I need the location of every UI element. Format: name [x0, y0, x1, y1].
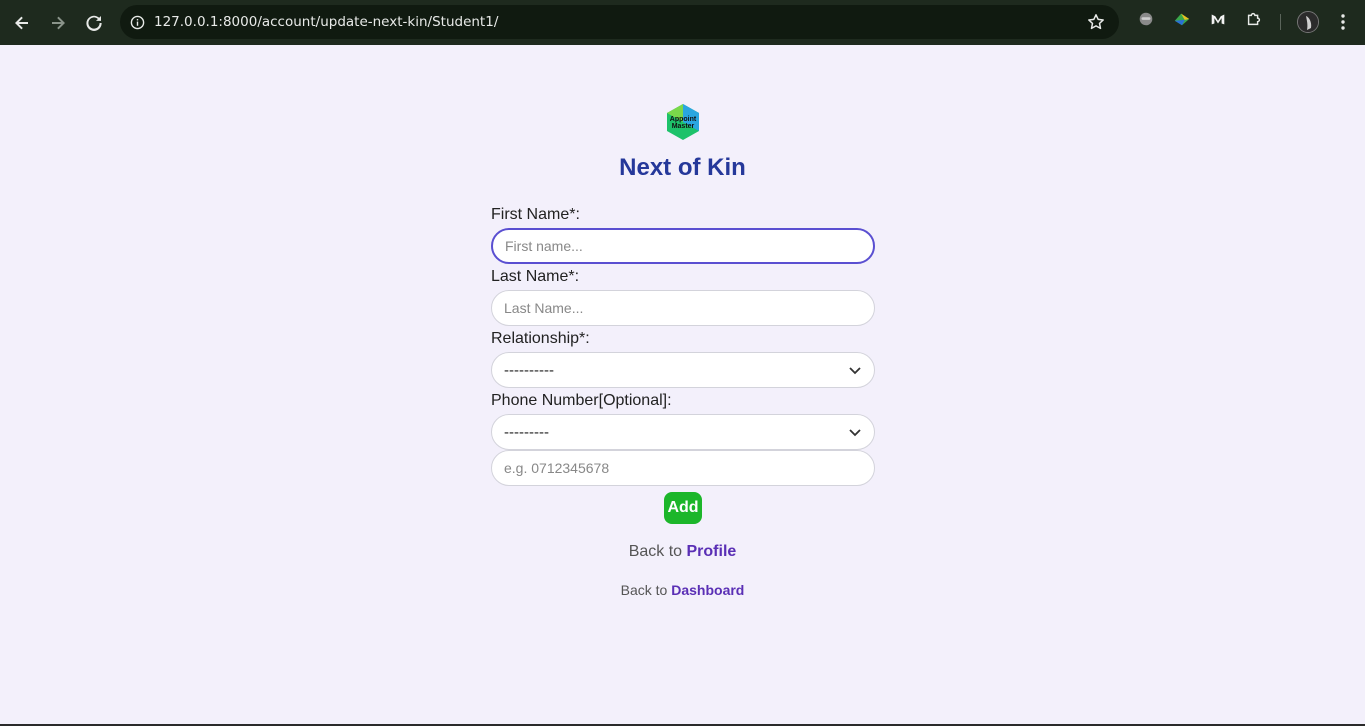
app-logo: Appoint Master	[667, 104, 699, 140]
logo-text-bottom: Master	[672, 123, 695, 130]
add-button[interactable]: Add	[664, 492, 702, 524]
relationship-value: ----------	[504, 361, 554, 379]
url-text[interactable]: 127.0.0.1:8000/account/update-next-kin/S…	[154, 14, 498, 30]
last-name-label: Last Name*:	[491, 268, 580, 285]
chevron-down-icon	[849, 429, 861, 437]
malwarebytes-icon[interactable]	[1208, 9, 1228, 29]
forward-icon[interactable]	[40, 5, 76, 41]
first-name-input[interactable]: First name...	[491, 228, 875, 264]
last-name-placeholder: Last Name...	[504, 300, 584, 316]
profile-avatar[interactable]	[1297, 11, 1319, 33]
first-name-placeholder: First name...	[505, 238, 583, 254]
phone-number-input[interactable]: e.g. 0712345678	[491, 450, 875, 486]
relationship-select[interactable]: ----------	[491, 352, 875, 388]
back-to-profile: Back to Profile	[0, 543, 1365, 561]
extension-icon[interactable]	[1136, 9, 1156, 29]
back-to-dashboard-prefix: Back to	[620, 582, 672, 598]
address-bar[interactable]: 127.0.0.1:8000/account/update-next-kin/S…	[120, 5, 1119, 39]
extensions-puzzle-icon[interactable]	[1244, 9, 1264, 29]
site-info-icon[interactable]	[120, 5, 154, 39]
next-of-kin-form: First Name*: First name... Last Name*: L…	[491, 204, 875, 524]
back-to-profile-prefix: Back to	[628, 543, 687, 560]
last-name-input[interactable]: Last Name...	[491, 290, 875, 326]
back-to-dashboard: Back to Dashboard	[0, 582, 1365, 598]
page-title: Next of Kin	[619, 154, 746, 181]
dashboard-link[interactable]: Dashboard	[671, 582, 744, 598]
logo-text-top: Appoint	[670, 116, 697, 123]
bookmark-star-icon[interactable]	[1087, 13, 1105, 31]
toolbar-divider	[1280, 14, 1281, 30]
first-name-label: First Name*:	[491, 206, 580, 223]
back-icon[interactable]	[4, 5, 40, 41]
browser-toolbar: 127.0.0.1:8000/account/update-next-kin/S…	[0, 0, 1365, 45]
relationship-label: Relationship*:	[491, 330, 590, 347]
phone-placeholder: e.g. 0712345678	[504, 460, 610, 476]
phone-code-select[interactable]: ---------	[491, 414, 875, 450]
phone-code-value: ---------	[504, 423, 549, 441]
phone-label: Phone Number[Optional]:	[491, 392, 672, 409]
more-menu-icon[interactable]	[1333, 11, 1353, 33]
extension-color-icon[interactable]	[1172, 9, 1192, 29]
reload-icon[interactable]	[76, 5, 112, 41]
chevron-down-icon	[849, 367, 861, 375]
profile-link[interactable]: Profile	[687, 543, 737, 560]
